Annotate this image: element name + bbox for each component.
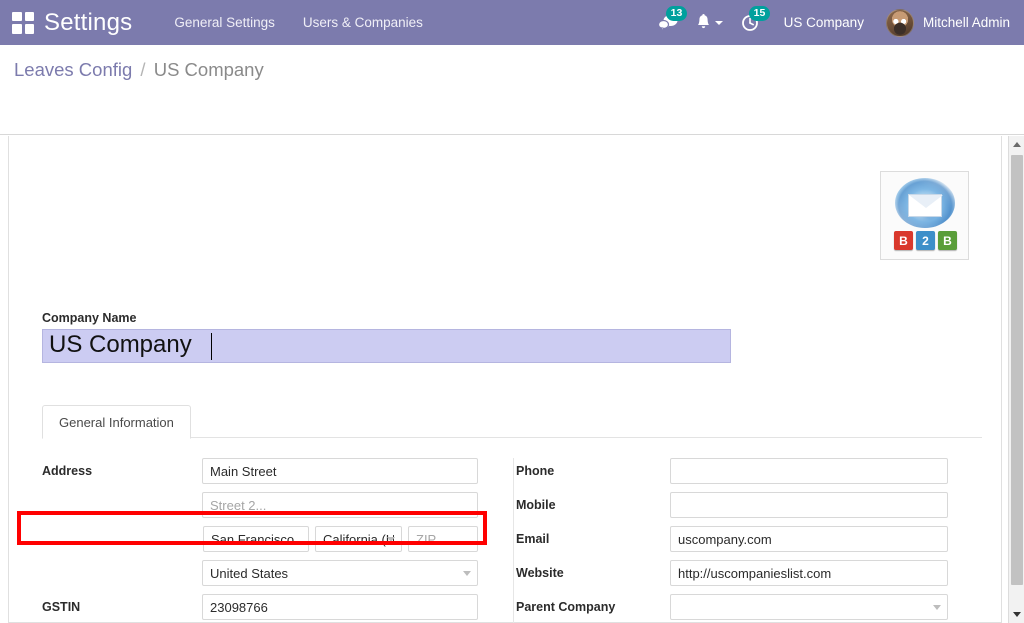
navbar-right: 13 15 US Company Mitchell Admin <box>649 0 1024 45</box>
state-select[interactable] <box>315 526 402 552</box>
street-input[interactable] <box>202 458 478 484</box>
logo-blocks: B 2 B <box>894 231 957 250</box>
parent-company-select[interactable] <box>670 594 948 620</box>
form-sheet: B 2 B Company Name General Information A… <box>8 136 1002 623</box>
address-street2-control <box>202 492 478 518</box>
activities-clock-button[interactable]: 15 <box>732 0 771 45</box>
state-select-wrap <box>315 526 402 552</box>
city-input[interactable] <box>203 526 309 552</box>
street2-input[interactable] <box>202 492 478 518</box>
menu-item-general-settings[interactable]: General Settings <box>160 0 289 45</box>
field-row-parent-company: Parent Company <box>514 594 948 620</box>
activities-badge: 15 <box>748 6 771 21</box>
logo-block-2: 2 <box>916 231 935 250</box>
user-avatar <box>885 8 914 37</box>
country-select-wrap <box>202 560 478 586</box>
control-panel: Leaves Config / US Company Save Discard … <box>0 45 1024 167</box>
gstin-label: GSTIN <box>42 600 81 614</box>
logo-block-b1: B <box>894 231 913 250</box>
mobile-label: Mobile <box>516 498 556 512</box>
country-select[interactable] <box>202 560 478 586</box>
zip-input[interactable] <box>408 526 478 552</box>
form-group-right: Phone Mobile Email uscompany.com Website… <box>513 458 948 623</box>
apps-grid-icon[interactable] <box>12 11 34 34</box>
address-label-spacer <box>42 492 202 498</box>
user-menu[interactable]: Mitchell Admin <box>880 8 1024 37</box>
form-group-left: Address Main Street Street 2... San Fran… <box>42 458 478 623</box>
parent-company-select-wrap <box>670 594 948 620</box>
email-input[interactable] <box>670 526 948 552</box>
website-label: Website <box>516 566 564 580</box>
address-label-spacer-2 <box>42 526 197 532</box>
website-control <box>670 560 948 586</box>
address-label-spacer-3 <box>42 560 202 566</box>
email-label: Email <box>516 532 550 546</box>
menu-item-users-companies[interactable]: Users & Companies <box>289 0 437 45</box>
parent-company-label: Parent Company <box>516 600 616 614</box>
field-row-street2 <box>42 492 478 518</box>
field-row-country <box>42 560 478 586</box>
breadcrumb-item-current: US Company <box>153 59 264 80</box>
website-input[interactable] <box>670 560 948 586</box>
caret-down-icon <box>1013 612 1021 617</box>
odoo-settings-company-form: Settings General Settings Users & Compan… <box>0 0 1024 623</box>
bell-icon <box>697 14 709 29</box>
company-logo[interactable]: B 2 B <box>880 171 969 260</box>
phone-input[interactable] <box>670 458 948 484</box>
gstin-input[interactable] <box>202 594 478 620</box>
scroll-up-button[interactable] <box>1009 136 1024 153</box>
caret-up-icon <box>1013 142 1021 147</box>
address-label: Address <box>42 464 93 478</box>
field-row-email: Email <box>514 526 948 552</box>
mobile-input[interactable] <box>670 492 948 518</box>
navbar-company-switcher[interactable]: US Company <box>768 15 880 30</box>
activities-bell-button[interactable] <box>687 0 732 45</box>
breadcrumb-item-leaves-config[interactable]: Leaves Config <box>14 59 132 80</box>
mobile-control <box>670 492 948 518</box>
notebook-tabs: General Information <box>42 405 982 439</box>
user-name-label: Mitchell Admin <box>922 15 1010 30</box>
email-control <box>670 526 948 552</box>
phone-label: Phone <box>516 464 555 478</box>
breadcrumb-separator: / <box>140 59 146 80</box>
messages-button[interactable]: 13 <box>649 0 688 45</box>
field-row-city-state-zip <box>42 526 478 552</box>
phone-control <box>670 458 948 484</box>
parent-company-control <box>670 594 948 620</box>
messages-badge: 13 <box>665 6 688 21</box>
scrollbar-thumb[interactable] <box>1011 155 1023 585</box>
top-navbar: Settings General Settings Users & Compan… <box>0 0 1024 45</box>
city-state-zip-control <box>203 526 478 552</box>
chevron-down-icon <box>714 20 723 25</box>
logo-block-b2: B <box>938 231 957 250</box>
scroll-down-button[interactable] <box>1009 606 1024 623</box>
field-row-mobile: Mobile <box>514 492 948 518</box>
breadcrumb: Leaves Config / US Company <box>14 59 264 81</box>
gstin-control <box>202 594 478 620</box>
field-row-website: Website <box>514 560 948 586</box>
envelope-icon <box>908 194 943 217</box>
vertical-scrollbar[interactable] <box>1008 136 1024 623</box>
text-cursor <box>211 333 212 360</box>
company-name-input[interactable] <box>42 329 731 363</box>
tab-general-information[interactable]: General Information <box>42 405 191 439</box>
address-street-control <box>202 458 478 484</box>
country-control <box>202 560 478 586</box>
field-row-address: Address <box>42 458 478 484</box>
company-name-label: Company Name <box>42 311 137 325</box>
app-brand-settings[interactable]: Settings <box>44 9 132 37</box>
field-row-gstin: GSTIN <box>42 594 478 620</box>
form-sheet-area: B 2 B Company Name General Information A… <box>0 136 1010 623</box>
field-row-phone: Phone <box>514 458 948 484</box>
